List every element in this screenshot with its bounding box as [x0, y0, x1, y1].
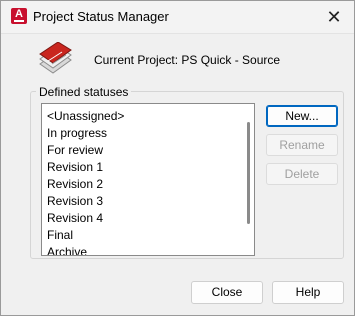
- app-icon-letter: A: [15, 8, 23, 20]
- list-item[interactable]: Revision 2: [42, 176, 254, 193]
- help-button[interactable]: Help: [272, 281, 344, 304]
- project-sheets-icon: [39, 42, 72, 74]
- list-item[interactable]: Archive: [42, 244, 254, 255]
- delete-button: Delete: [266, 163, 338, 185]
- list-item[interactable]: Revision 1: [42, 159, 254, 176]
- title-bar: A Project Status Manager ✕: [1, 1, 354, 34]
- list-item[interactable]: In progress: [42, 125, 254, 142]
- list-item[interactable]: Final: [42, 227, 254, 244]
- list-item[interactable]: <Unassigned>: [42, 108, 254, 125]
- window-title: Project Status Manager: [33, 9, 169, 24]
- list-item[interactable]: Revision 3: [42, 193, 254, 210]
- project-status-manager-dialog: A Project Status Manager ✕ Current Proje…: [0, 0, 355, 316]
- current-project-label: Current Project: PS Quick - Source: [94, 53, 281, 67]
- list-item[interactable]: For review: [42, 142, 254, 159]
- close-icon[interactable]: ✕: [320, 5, 348, 29]
- statuses-listbox[interactable]: <Unassigned> In progress For review Revi…: [41, 103, 255, 256]
- rename-button: Rename: [266, 134, 338, 156]
- autocad-app-icon: A: [11, 8, 27, 24]
- defined-statuses-label: Defined statuses: [36, 85, 132, 99]
- list-scrollbar[interactable]: [247, 122, 250, 224]
- list-item[interactable]: Revision 4: [42, 210, 254, 227]
- new-button[interactable]: New...: [266, 105, 338, 127]
- close-button[interactable]: Close: [191, 281, 263, 304]
